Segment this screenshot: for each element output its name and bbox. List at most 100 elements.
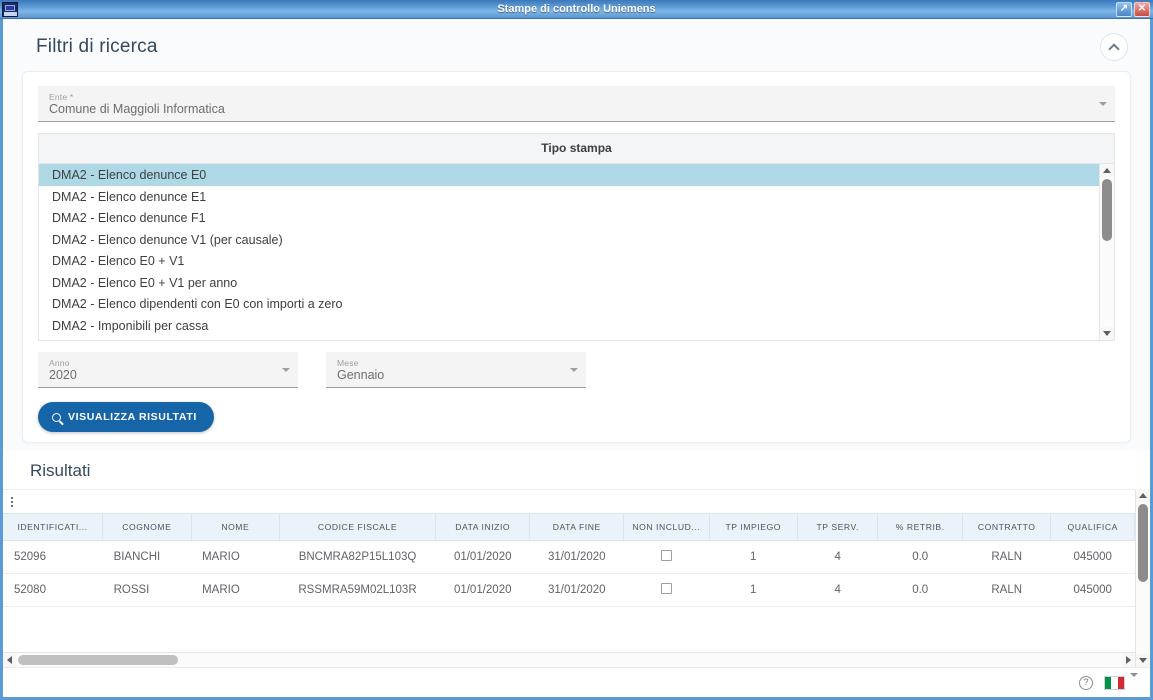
mese-select[interactable]: Mese Gennaio — [326, 352, 586, 388]
column-header-cognome[interactable]: COGNOME — [103, 514, 192, 541]
chevron-down-icon[interactable] — [1130, 673, 1138, 677]
column-header-identificativo[interactable]: IDENTIFICATI... — [3, 514, 103, 541]
triangle-left-icon — [7, 656, 12, 664]
cell-qualifica: 045000 — [1051, 574, 1135, 607]
cell-contratto: RALN — [962, 541, 1051, 574]
table-header-row: IDENTIFICATI... COGNOME NOME CODICE FISC… — [3, 514, 1135, 541]
list-item[interactable]: DMA2 - Elenco denunce F1 — [39, 207, 1099, 229]
tipo-stampa-options[interactable]: DMA2 - Elenco denunce E0 DMA2 - Elenco d… — [39, 164, 1099, 340]
list-item[interactable]: DMA2 - Imponibili per cassa — [39, 315, 1099, 337]
ente-select[interactable]: Ente * Comune di Maggioli Informatica — [38, 86, 1115, 122]
scroll-track[interactable] — [1100, 177, 1114, 327]
grid-empty-space — [3, 607, 1135, 652]
ente-label: Ente * — [49, 92, 1093, 102]
page-title: Filtri di ricerca — [36, 36, 158, 58]
tipo-stampa-list: Tipo stampa DMA2 - Elenco denunce E0 DMA… — [38, 133, 1115, 341]
window-title: Stampe di controllo Uniemens — [0, 0, 1153, 18]
checkbox-non-includere[interactable] — [661, 550, 672, 561]
cell-nome: MARIO — [191, 541, 280, 574]
close-button[interactable]: ✕ — [1134, 2, 1150, 17]
chevron-up-icon — [1108, 43, 1119, 54]
help-question-icon[interactable]: ? — [1079, 676, 1093, 690]
column-header-pct-retrib[interactable]: % RETRIB. — [878, 514, 962, 541]
table-row[interactable]: 52080 ROSSI MARIO RSSMRA59M02L103R 01/01… — [3, 574, 1135, 607]
column-header-tp-serv[interactable]: TP SERV. — [798, 514, 878, 541]
restore-button[interactable]: ↗ — [1116, 2, 1132, 17]
column-header-data-inizio[interactable]: DATA INIZIO — [435, 514, 530, 541]
cell-data-fine: 31/01/2020 — [530, 541, 624, 574]
anno-value: 2020 — [49, 368, 276, 383]
visualizza-risultati-label: VISUALIZZA RISULTATI — [68, 411, 197, 423]
hscroll-thumb[interactable] — [18, 655, 178, 665]
anno-select[interactable]: Anno 2020 — [38, 352, 298, 388]
list-item[interactable]: DMA2 - Elenco E0 + V1 — [39, 250, 1099, 272]
list-item[interactable]: DMA2 - Elenco E0 + V1 per anno — [39, 272, 1099, 294]
scroll-down-button[interactable] — [1100, 327, 1114, 340]
scroll-up-button[interactable] — [1100, 164, 1114, 177]
triangle-up-icon — [1139, 493, 1147, 498]
cell-pct-retrib: 0.0 — [878, 541, 962, 574]
collapse-filters-button[interactable] — [1100, 33, 1128, 61]
cell-cognome: ROSSI — [103, 574, 192, 607]
cell-identificativo: 52080 — [3, 574, 103, 607]
column-header-data-fine[interactable]: DATA FINE — [530, 514, 624, 541]
chevron-down-icon — [1099, 102, 1107, 106]
column-header-non-includere[interactable]: NON INCLUD... — [624, 514, 709, 541]
cell-qualifica: 045000 — [1051, 541, 1135, 574]
cell-contratto: RALN — [962, 574, 1051, 607]
cell-nome: MARIO — [191, 574, 280, 607]
list-item[interactable]: DMA2 - Elenco denunce E1 — [39, 186, 1099, 208]
results-panel: Risultati — [3, 451, 1150, 667]
results-grid: IDENTIFICATI... COGNOME NOME CODICE FISC… — [3, 489, 1135, 667]
column-header-qualifica[interactable]: QUALIFICA — [1051, 514, 1135, 541]
scroll-up-button[interactable] — [1136, 489, 1150, 502]
cell-identificativo: 52096 — [3, 541, 103, 574]
column-header-contratto[interactable]: CONTRATTO — [962, 514, 1051, 541]
column-header-tp-impiego[interactable]: TP IMPIEGO — [709, 514, 798, 541]
column-header-codice-fiscale[interactable]: CODICE FISCALE — [280, 514, 436, 541]
chevron-down-icon — [570, 368, 578, 372]
list-item[interactable]: DMA2 - Elenco denunce E0 — [39, 164, 1099, 186]
checkbox-non-includere[interactable] — [661, 583, 672, 594]
scroll-down-button[interactable] — [1136, 654, 1150, 667]
triangle-up-icon — [1103, 168, 1111, 173]
window-titlebar[interactable]: Stampe di controllo Uniemens ↗ ✕ — [0, 0, 1153, 19]
italian-flag-icon[interactable] — [1104, 676, 1125, 690]
results-horizontal-scrollbar[interactable] — [3, 652, 1135, 667]
results-table: IDENTIFICATI... COGNOME NOME CODICE FISC… — [3, 513, 1135, 607]
triangle-down-icon — [1103, 331, 1111, 336]
window-controls: ↗ ✕ — [1116, 2, 1153, 17]
tipo-stampa-vertical-scrollbar[interactable] — [1099, 164, 1114, 340]
grid-toolbar — [3, 489, 1135, 513]
cell-cognome: BIANCHI — [103, 541, 192, 574]
results-vertical-scrollbar[interactable] — [1135, 489, 1150, 667]
cell-codice-fiscale: RSSMRA59M02L103R — [280, 574, 436, 607]
client-area: Filtri di ricerca Ente * Comune di Maggi… — [3, 19, 1150, 697]
scroll-right-button[interactable] — [1122, 653, 1135, 667]
visualizza-risultati-button[interactable]: VISUALIZZA RISULTATI — [38, 402, 214, 432]
search-filters-panel: Filtri di ricerca Ente * Comune di Maggi… — [3, 19, 1150, 451]
scroll-track[interactable] — [1136, 502, 1150, 654]
cell-data-fine: 31/01/2020 — [530, 574, 624, 607]
triangle-right-icon — [1126, 656, 1131, 664]
mese-value: Gennaio — [337, 368, 564, 383]
kebab-menu-icon[interactable] — [11, 497, 13, 507]
mese-label: Mese — [337, 358, 564, 368]
list-item[interactable]: DMA2 - Elenco dipendenti con E0 con impo… — [39, 293, 1099, 315]
hscroll-track[interactable] — [16, 653, 1122, 667]
scroll-thumb[interactable] — [1138, 504, 1148, 582]
results-title: Risultati — [3, 451, 1150, 489]
table-row[interactable]: 52096 BIANCHI MARIO BNCMRA82P15L103Q 01/… — [3, 541, 1135, 574]
column-header-nome[interactable]: NOME — [191, 514, 280, 541]
list-item[interactable]: DMA2 - Elenco denunce V1 (per causale) — [39, 229, 1099, 251]
period-fields: Anno 2020 Mese Gennaio — [38, 352, 1115, 388]
tipo-stampa-list-area: DMA2 - Elenco denunce E0 DMA2 - Elenco d… — [39, 164, 1114, 340]
status-bar: ? — [3, 667, 1150, 697]
scroll-left-button[interactable] — [3, 653, 16, 667]
scroll-thumb[interactable] — [1102, 179, 1112, 241]
ente-value: Comune di Maggioli Informatica — [49, 102, 1093, 117]
cell-tp-impiego: 1 — [709, 574, 798, 607]
filters-header: Filtri di ricerca — [3, 19, 1150, 71]
results-grid-container: IDENTIFICATI... COGNOME NOME CODICE FISC… — [3, 489, 1150, 667]
cell-codice-fiscale: BNCMRA82P15L103Q — [280, 541, 436, 574]
